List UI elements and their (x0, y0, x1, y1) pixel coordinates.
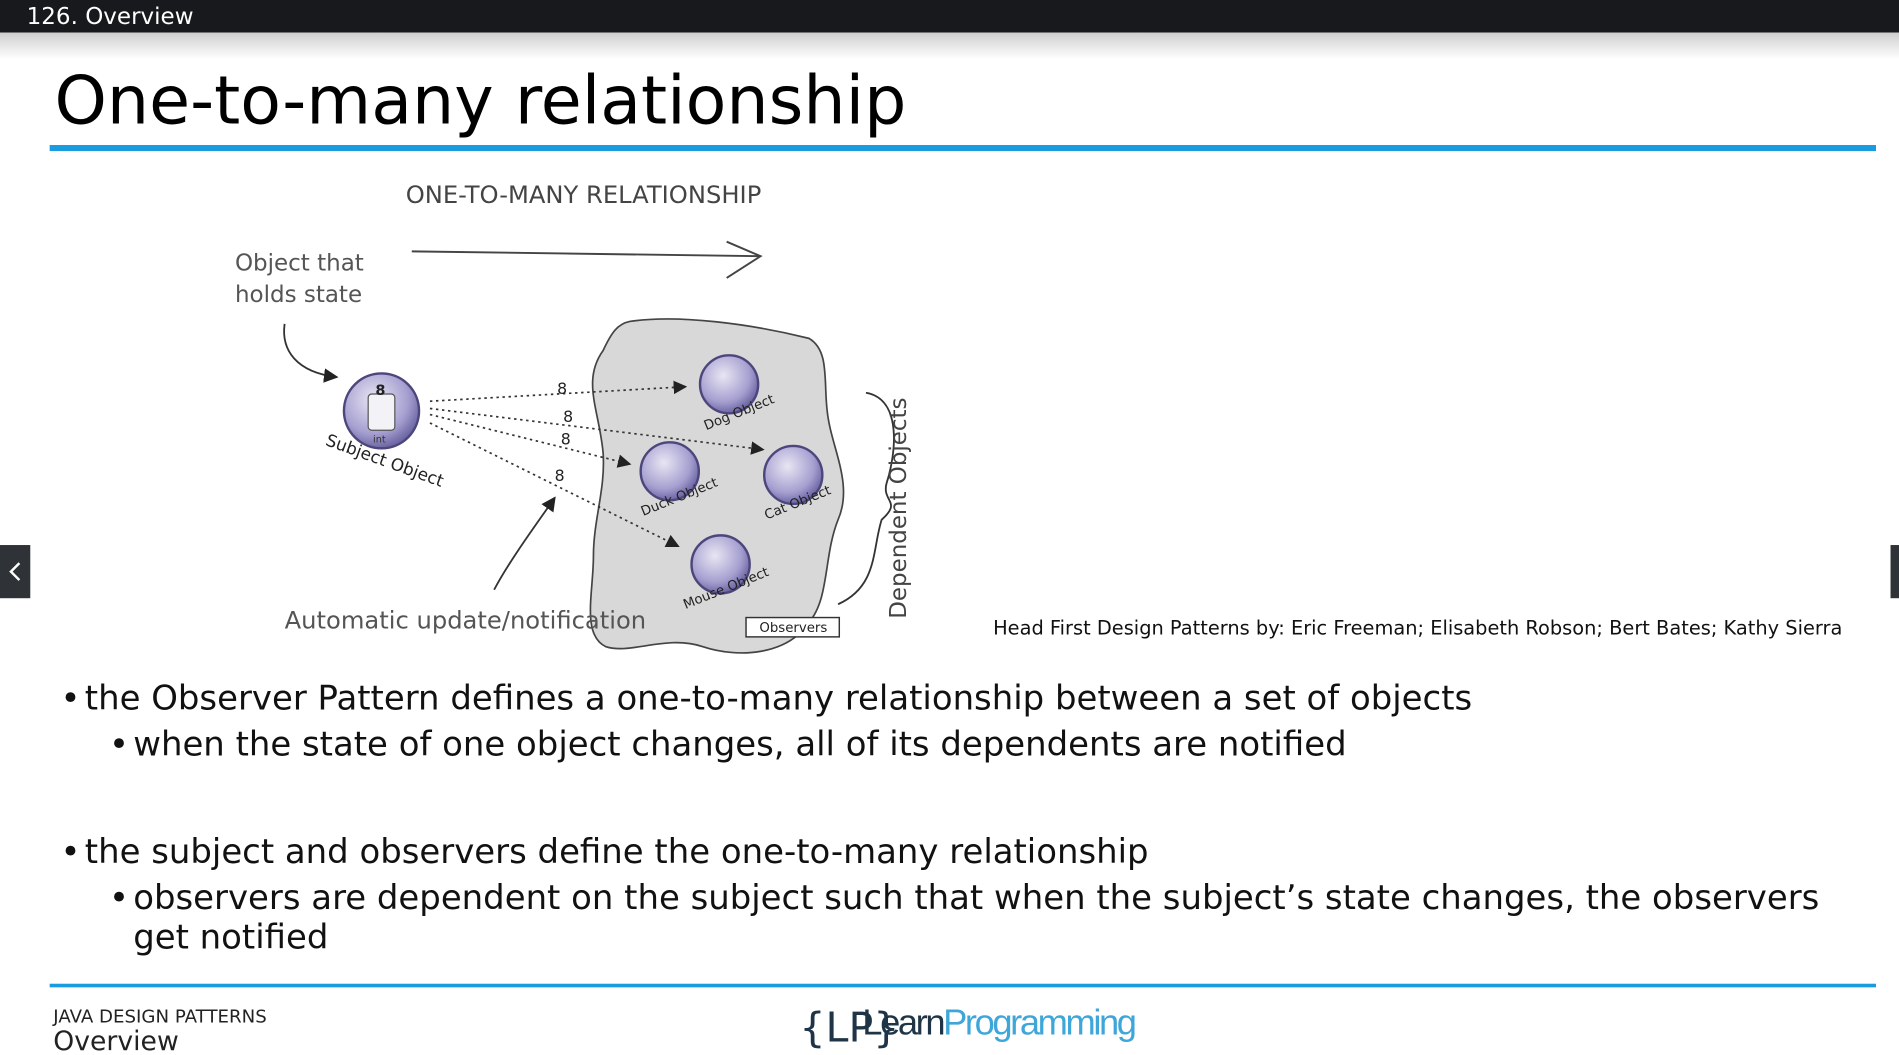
bullet-dot-icon: • (108, 877, 130, 918)
bullet-item: • the subject and observers define the on… (61, 831, 1149, 872)
state-pointer-arrow (283, 323, 339, 383)
chevron-right-icon (1891, 545, 1899, 598)
previous-slide-button[interactable] (0, 545, 31, 599)
logo-wordmark-lead: Learn (862, 1003, 945, 1043)
arrow-value-duck: 8 (561, 430, 571, 449)
arrow-value-dog: 8 (557, 379, 567, 398)
notification-label: Automatic update/notification (285, 606, 647, 634)
footer-divider (49, 983, 1876, 988)
bullet-text: the subject and observers define the one… (84, 831, 1149, 872)
subject-glass (367, 393, 396, 431)
sub-bullet-item: • observers are dependent on the subject … (109, 877, 1819, 918)
sub-bullet-text: when the state of one object changes, al… (133, 723, 1347, 764)
logo-wordmark: LearnProgramming (862, 1003, 1137, 1044)
observers-label: Observers (759, 621, 827, 636)
footer-course-name: JAVA DESIGN PATTERNS (53, 1005, 267, 1028)
book-credit: Head First Design Patterns by: Eric Free… (993, 616, 1843, 640)
sub-bullet-item: • when the state of one object changes, a… (109, 724, 1347, 765)
notification-pointer-arrow (493, 496, 556, 591)
banner-arrow-head (726, 240, 763, 279)
dependent-objects-label: Dependent Objects (886, 398, 912, 619)
subject-object: 8 int Subject Object (323, 372, 447, 491)
sub-bullet-text: observers are dependent on the subject s… (133, 877, 1820, 918)
bullet-text: the Observer Pattern defines a one-to-ma… (84, 677, 1473, 718)
lesson-title-bar: 126. Overview (0, 0, 1899, 33)
sub-bullet-continuation: get notified (133, 917, 329, 958)
lesson-title: 126. Overview (26, 3, 194, 31)
observer-diagram: ONE-TO-MANY RELATIONSHIP Object that hol… (235, 181, 912, 654)
banner-arrow (411, 250, 761, 258)
state-label-line2: holds state (235, 282, 362, 308)
arrow-value-cat: 8 (563, 407, 573, 426)
subject-value: 8 (375, 383, 385, 399)
bullet-dot-icon: • (60, 831, 81, 872)
title-divider (49, 145, 1876, 152)
state-label-line1: Object that (235, 251, 364, 277)
bullet-item: • the Observer Pattern defines a one-to-m… (61, 678, 1473, 719)
subject-base-label: int (373, 434, 386, 445)
arrow-value-mouse: 8 (555, 466, 565, 485)
diagram-banner: ONE-TO-MANY RELATIONSHIP (406, 181, 762, 209)
chevron-left-icon (9, 562, 21, 581)
logo-wordmark-rest: Programming (943, 1003, 1137, 1043)
slide-viewer: 126. Overview One-to-many relationship O… (0, 0, 1899, 1055)
bullet-dot-icon: • (108, 723, 130, 764)
footer-section-name: Overview (53, 1027, 179, 1055)
title-bar-shadow (0, 32, 1899, 60)
slide-title: One-to-many relationship (54, 61, 907, 139)
next-slide-button[interactable] (1890, 545, 1899, 599)
bullet-dot-icon: • (60, 677, 81, 718)
